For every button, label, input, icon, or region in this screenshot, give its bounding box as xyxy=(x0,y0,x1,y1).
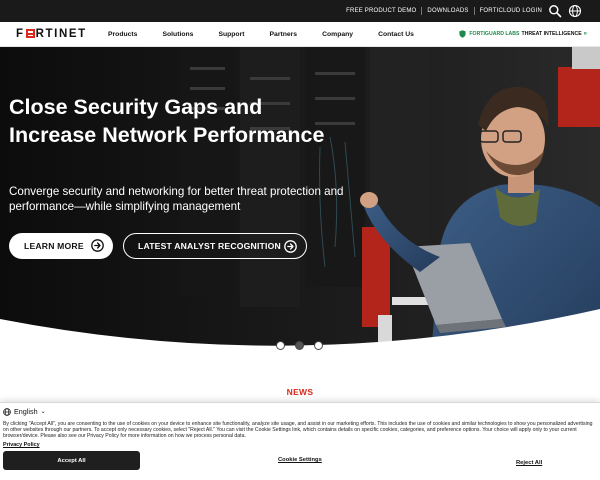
free-product-demo-link[interactable]: FREE PRODUCT DEMO xyxy=(346,8,416,14)
globe-icon xyxy=(3,407,11,416)
downloads-link[interactable]: DOWNLOADS xyxy=(427,8,468,14)
nav-item-support[interactable]: Support xyxy=(218,31,244,38)
main-nav: F RTINET Products Solutions Support Partn… xyxy=(0,22,600,47)
fortiguard-label: THREAT INTELLIGENCE xyxy=(521,31,582,37)
double-chevron-icon: » xyxy=(583,31,587,37)
carousel-dots xyxy=(276,341,333,350)
accept-all-button[interactable]: Accept All xyxy=(3,451,140,470)
news-heading: NEWS xyxy=(286,387,314,397)
cookie-settings-link[interactable]: Cookie Settings xyxy=(278,457,322,463)
carousel-dot[interactable] xyxy=(276,341,285,350)
fortinet-logo[interactable]: F RTINET xyxy=(16,28,87,40)
carousel-dot[interactable] xyxy=(314,341,323,350)
divider xyxy=(421,7,423,15)
hero-wave-shape xyxy=(0,309,600,367)
utility-links: FREE PRODUCT DEMO DOWNLOADS FORTICLOUD L… xyxy=(346,0,542,22)
carousel-dot-active[interactable] xyxy=(295,341,304,350)
language-selector[interactable]: English ⌄ xyxy=(3,407,46,416)
nav-item-solutions[interactable]: Solutions xyxy=(162,31,193,38)
fortiguard-brand: FORTIGUARD LABS xyxy=(469,31,520,37)
fortiguard-link[interactable]: FORTIGUARD LABS THREAT INTELLIGENCE » xyxy=(459,30,587,38)
language-label: English xyxy=(14,407,38,416)
nav-item-partners[interactable]: Partners xyxy=(270,31,298,38)
shield-icon xyxy=(459,30,466,38)
divider xyxy=(473,7,475,15)
logo-mark-icon xyxy=(25,29,35,38)
nav-item-company[interactable]: Company xyxy=(322,31,353,38)
forticloud-login-link[interactable]: FORTICLOUD LOGIN xyxy=(480,8,542,14)
logo-prefix: F xyxy=(16,28,25,40)
reject-all-link[interactable]: Reject All xyxy=(516,460,542,466)
nav-menu: Products Solutions Support Partners Comp… xyxy=(108,22,439,47)
hero-banner: Close Security Gaps and Increase Network… xyxy=(0,47,600,367)
privacy-policy-link[interactable]: Privacy Policy xyxy=(3,442,40,448)
nav-item-products[interactable]: Products xyxy=(108,31,137,38)
nav-item-contact-us[interactable]: Contact Us xyxy=(378,31,414,38)
chevron-down-icon: ⌄ xyxy=(40,409,46,415)
cookie-text: By clicking "Accept All", you are consen… xyxy=(3,421,593,440)
search-icon[interactable] xyxy=(548,4,562,18)
cookie-buttons: Accept All Cookie Settings Reject All xyxy=(0,451,600,471)
utility-bar: FREE PRODUCT DEMO DOWNLOADS FORTICLOUD L… xyxy=(0,0,600,22)
logo-suffix: RTINET xyxy=(35,28,87,40)
globe-icon[interactable] xyxy=(568,4,582,18)
